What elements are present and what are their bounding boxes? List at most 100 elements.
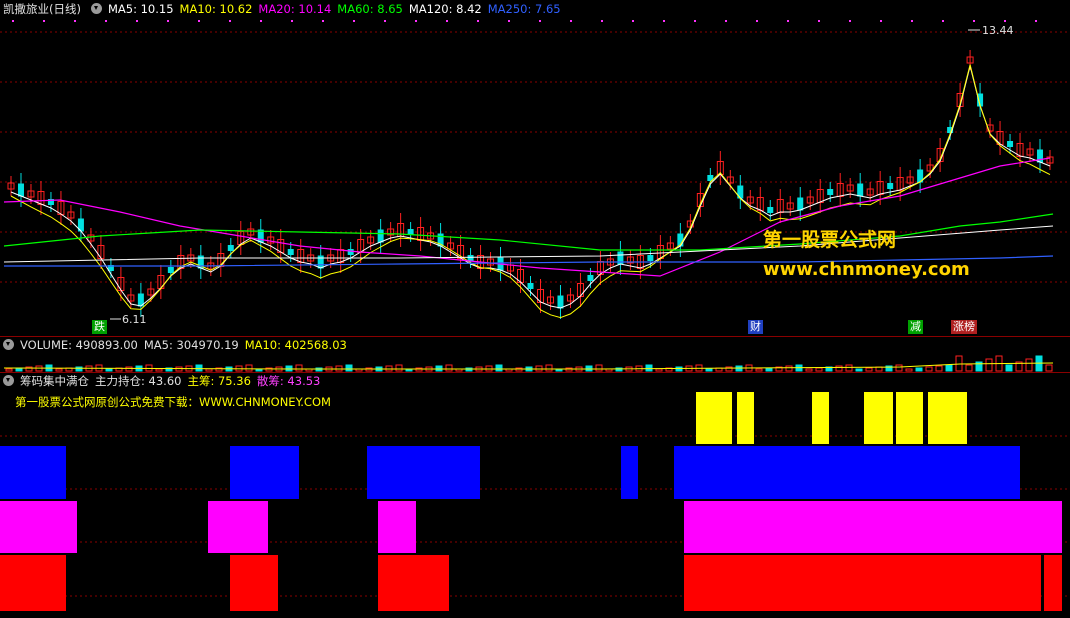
volume-bar [75,366,83,372]
watermark-cn: 第一股票公式网 [763,229,897,251]
main-hold-label: 主力持仓: 43.60 [95,373,182,388]
candle-down [347,249,354,255]
top-dot [415,20,417,22]
full-position-bar [1044,555,1062,611]
candle-down [467,255,474,261]
top-dot [942,20,944,22]
volume-bar [835,365,843,372]
volume-bar [495,364,503,372]
volume-bar [345,364,353,372]
volume-chart[interactable] [0,336,1070,372]
marker-zhangbang[interactable]: 涨榜 [951,320,977,334]
top-dot [105,20,107,22]
top-dot [1004,20,1006,22]
top-dot [911,20,913,22]
high-price-label: 13.44 [982,24,1014,37]
candle-down [17,183,24,197]
top-dot [43,20,45,22]
volume-bar [755,368,763,372]
volume-bar [645,364,653,372]
marker-jian[interactable]: 减 [908,320,923,334]
volume-bar [365,367,373,372]
top-dot [601,20,603,22]
full-position-bar [230,555,278,611]
chip-indicator-panel[interactable]: 筹码集中满仓 主力持仓: 43.60 主筹: 75.36 散筹: 43.53 第… [0,372,1070,618]
volume-bar [1045,364,1053,372]
top-dot [167,20,169,22]
volume-panel[interactable]: VOLUME: 490893.00 MA5: 304970.19 MA10: 4… [0,336,1070,372]
scatter-chip-bar [378,501,416,553]
top-dot [291,20,293,22]
volume-bar [905,368,913,372]
top-dot [756,20,758,22]
chip-dropdown-icon[interactable] [3,375,14,386]
volume-bar [385,365,393,372]
scatter-chip-bar [684,501,1062,553]
top-dot [74,20,76,22]
scatter-chip-label: 散筹: 43.53 [256,373,321,388]
volume-bar [5,368,13,372]
candle-down [167,267,174,273]
candle-down [557,295,564,309]
volume-bar [965,364,973,372]
volume-bar [515,367,523,372]
top-dot [477,20,479,22]
volume-bar [595,364,603,372]
volume-bar [465,367,473,372]
volume-bar [985,358,993,372]
top-dot [849,20,851,22]
top-dot [229,20,231,22]
volume-bar [725,366,733,372]
volume-bar [865,367,873,372]
candle-down [1037,149,1044,163]
chip-note: 第一股票公式网原创公式免费下载：WWW.CHNMONEY.COM [15,395,331,409]
volume-bar [415,367,423,372]
main-hold-bar [367,446,480,499]
main-chip-bar [737,392,754,444]
full-position-bar [684,555,1041,611]
top-dot [384,20,386,22]
scatter-chip-bar [0,501,77,553]
volume-bar [915,367,923,372]
main-hold-bar [230,446,299,499]
volume-bar [195,364,203,372]
kline-panel[interactable]: 凯撒旅业(日线) MA5: 10.15 MA10: 10.62 MA20: 10… [0,0,1070,336]
candle-down [287,249,294,255]
candle-down [1007,141,1014,147]
top-dot [260,20,262,22]
main-hold-bar [0,446,66,499]
top-dot [508,20,510,22]
top-dot [880,20,882,22]
main-chip-bar [928,392,967,444]
volume-bar [845,364,853,372]
top-dot [12,20,14,22]
main-chip-bar [864,392,893,444]
top-dot [694,20,696,22]
volume-bar [545,364,553,372]
chip-header: 筹码集中满仓 主力持仓: 43.60 主筹: 75.36 散筹: 43.53 [0,372,326,389]
volume-bar [935,365,943,372]
candlestick-chart[interactable]: 13.44 6.11 [0,0,1070,336]
volume-bar [155,368,163,372]
volume-bar [945,364,953,372]
volume-bar [895,364,903,372]
candle-down [797,197,804,211]
marker-cai[interactable]: 财 [748,320,763,334]
full-position-bar [0,555,66,611]
top-dot [663,20,665,22]
candle-down [377,229,384,243]
main-chip-bar [896,392,923,444]
volume-bar [1025,358,1033,372]
volume-bar [655,368,663,372]
candle-down [527,283,534,289]
full-position-bar [378,555,449,611]
volume-bar [435,365,443,372]
volume-bar [55,368,63,372]
top-dot [136,20,138,22]
marker-die[interactable]: 跌 [92,320,107,334]
volume-bar [125,366,133,372]
top-dot [198,20,200,22]
volume-bar [815,367,823,372]
volume-bar [565,367,573,372]
main-hold-bar [621,446,638,499]
